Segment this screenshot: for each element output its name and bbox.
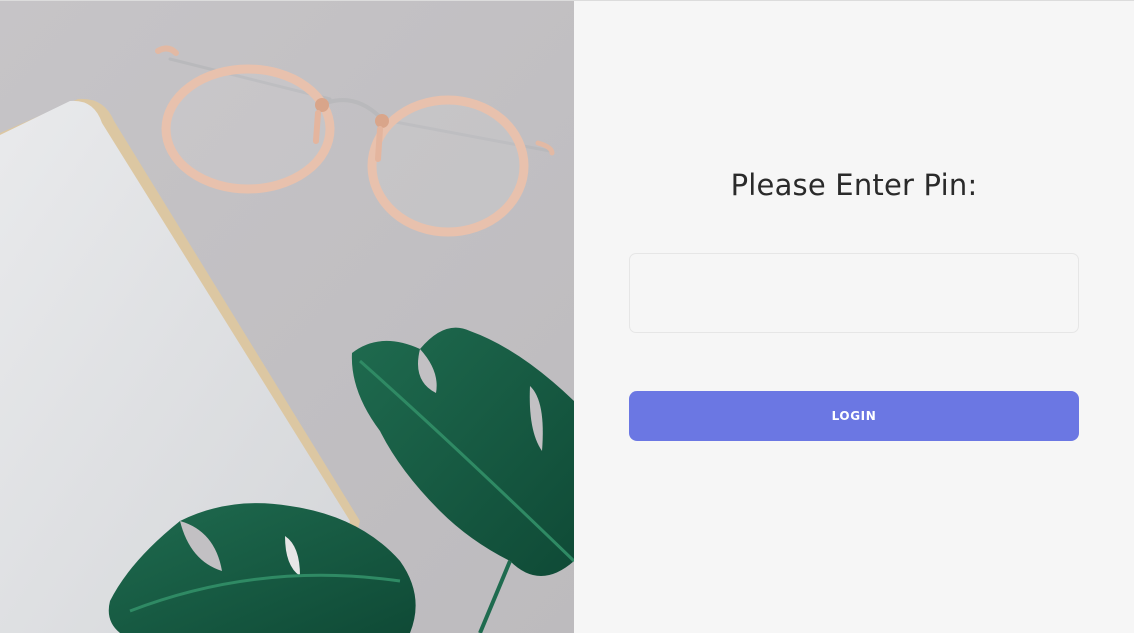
login-button[interactable]: LOGIN (629, 391, 1079, 441)
pin-prompt-title: Please Enter Pin: (730, 168, 978, 202)
hero-photo-illustration (0, 1, 574, 633)
login-page: Please Enter Pin: LOGIN (0, 0, 1134, 633)
pin-input[interactable] (629, 253, 1079, 333)
login-panel: Please Enter Pin: LOGIN (574, 1, 1134, 633)
hero-photo (0, 1, 574, 633)
